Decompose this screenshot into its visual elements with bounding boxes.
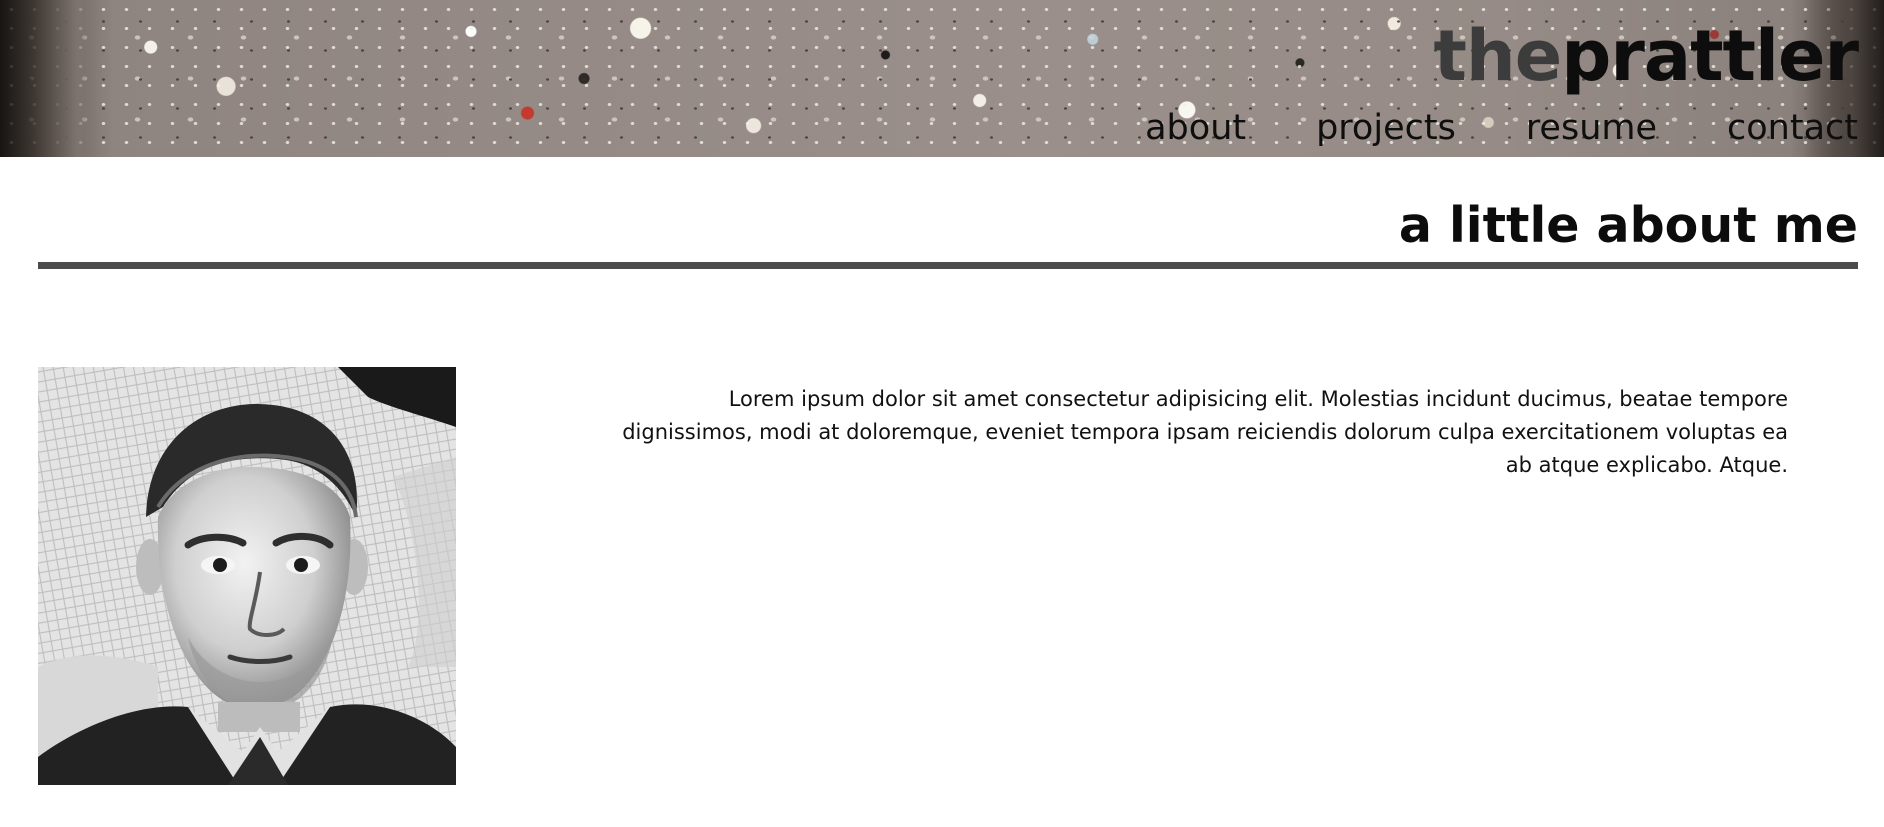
- nav-link-contact[interactable]: contact: [1727, 106, 1858, 150]
- portrait-illustration: [38, 367, 456, 785]
- nav-link-about[interactable]: about: [1145, 106, 1246, 150]
- header-banner: theprattler about projects resume contac…: [0, 0, 1884, 157]
- banner-left-edge: [0, 0, 96, 157]
- main-nav: about projects resume contact: [1145, 106, 1858, 150]
- page-heading: a little about me: [1398, 197, 1858, 254]
- intro-paragraph: Lorem ipsum dolor sit amet consectetur a…: [622, 387, 1788, 477]
- site-title-prefix: the: [1433, 15, 1562, 97]
- site-title-name: prattler: [1561, 15, 1859, 97]
- heading-divider: [38, 262, 1858, 269]
- nav-link-projects[interactable]: projects: [1316, 106, 1456, 150]
- portrait-photo: [38, 367, 456, 785]
- nav-link-resume[interactable]: resume: [1526, 106, 1657, 150]
- site-logo-link[interactable]: theprattler: [1433, 15, 1859, 97]
